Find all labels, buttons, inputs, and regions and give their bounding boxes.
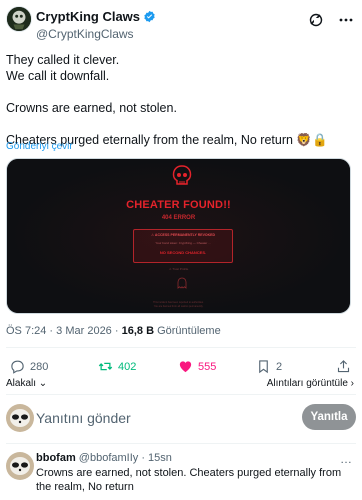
access-revoked-box: ⚠ ACCESS PERMANENTLY REVOKED Your bond t… bbox=[133, 229, 233, 263]
avatar-image bbox=[7, 7, 31, 31]
meta-separator-2: · bbox=[114, 325, 119, 337]
chevron-down-icon: ⌄ bbox=[38, 378, 48, 389]
tweet-date[interactable]: 3 Mar 2026 bbox=[56, 325, 112, 337]
reply-more-options-icon[interactable]: … bbox=[340, 452, 352, 466]
reply-time[interactable]: · 15sn bbox=[141, 452, 172, 464]
tweet-media-image[interactable]: CHEATER FOUND!! 404 ERROR ⚠ ACCESS PERMA… bbox=[6, 158, 351, 314]
skull-icon bbox=[172, 165, 192, 185]
retweet-icon bbox=[98, 362, 113, 371]
user-avatar-image bbox=[6, 404, 34, 432]
header-actions bbox=[308, 12, 354, 28]
reply-button[interactable]: 280 bbox=[10, 359, 48, 374]
meta-separator: · bbox=[49, 325, 54, 337]
tweet-action-bar: 280 402 555 2 bbox=[6, 359, 356, 375]
reply-composer: Yanıtını gönder Yanıtla bbox=[6, 404, 356, 434]
retweet-count: 402 bbox=[118, 360, 137, 373]
bookmark-count: 2 bbox=[276, 360, 283, 373]
no-second-chances-text: NO SECOND CHANCES. bbox=[159, 250, 207, 255]
reply-count: 280 bbox=[30, 360, 49, 373]
share-button[interactable] bbox=[336, 359, 351, 374]
divider-bottom bbox=[6, 443, 356, 444]
verified-badge-icon bbox=[144, 10, 155, 23]
reply-icon bbox=[11, 360, 24, 374]
author-display-name[interactable]: CryptKing Claws bbox=[36, 9, 156, 24]
error-code: 404 ERROR bbox=[161, 215, 196, 221]
like-count: 555 bbox=[198, 360, 217, 373]
like-button[interactable]: 555 bbox=[178, 359, 216, 374]
retweet-button[interactable]: 402 bbox=[98, 359, 136, 374]
author-name-block: CryptKing Claws @CryptKingClaws bbox=[36, 8, 156, 41]
replier-name[interactable]: bbofam bbox=[36, 452, 76, 464]
relevance-sort[interactable]: Alakalı ⌄ bbox=[6, 378, 47, 389]
relevance-label: Alakalı bbox=[6, 378, 37, 389]
bookmark-icon bbox=[259, 360, 268, 374]
divider-top bbox=[6, 347, 356, 348]
author-avatar[interactable] bbox=[6, 6, 32, 32]
tweet-line-1: They called it clever. bbox=[6, 53, 120, 67]
divider-mid bbox=[6, 394, 356, 395]
display-name-text[interactable]: CryptKing Claws bbox=[36, 9, 140, 24]
tweet-meta: ÖS 7:24 · 3 Mar 2026 · 16,8 B Görüntülem… bbox=[6, 325, 221, 337]
tweet-line-2: We call it downfall. bbox=[6, 69, 110, 83]
translate-post-link[interactable]: Gönderiyi çevir bbox=[6, 141, 73, 152]
replier-avatar[interactable] bbox=[6, 452, 34, 480]
bookmark-button[interactable]: 2 bbox=[256, 359, 282, 374]
share-icon bbox=[337, 360, 350, 373]
view-quotes-link[interactable]: Alıntıları görüntüle › bbox=[267, 378, 354, 389]
tweet-header: CryptKing Claws @CryptKingClaws bbox=[6, 6, 356, 46]
access-revoked-text: ⚠ ACCESS PERMANENTLY REVOKED bbox=[150, 233, 216, 237]
tweet-line-3: Crowns are earned, not stolen. bbox=[6, 101, 177, 115]
tweet-text: They called it clever. We call it downfa… bbox=[6, 52, 356, 148]
views-count: 16,8 B bbox=[121, 325, 155, 337]
author-handle[interactable]: @CryptKingClaws bbox=[36, 27, 156, 41]
bond-token-text: Your bond token: CryptKing — Cheater ... bbox=[155, 241, 211, 245]
heart-icon bbox=[179, 361, 192, 373]
more-options-icon[interactable] bbox=[338, 12, 354, 28]
reply-header: bbofam @bbofamIIy · 15sn bbox=[36, 452, 172, 464]
incident-footer-note: This incident has been reported to autho… bbox=[153, 301, 204, 308]
replier-handle[interactable]: @bbofamIIy bbox=[79, 452, 138, 464]
reply-submit-button[interactable]: Yanıtla bbox=[302, 404, 356, 430]
cheater-found-title: CHEATER FOUND!! bbox=[126, 199, 231, 211]
reply-text: Crowns are earned, not stolen. Cheaters … bbox=[36, 467, 342, 493]
ghost-icon bbox=[177, 277, 187, 289]
tweet-time[interactable]: ÖS 7:24 bbox=[6, 325, 46, 337]
replier-avatar-image bbox=[6, 452, 34, 480]
trust-profile-note: ⚠ Trust Profile bbox=[168, 267, 189, 271]
views-label: Görüntüleme bbox=[157, 325, 221, 337]
current-user-avatar[interactable] bbox=[6, 404, 34, 432]
grok-icon[interactable] bbox=[308, 12, 324, 28]
reply-input[interactable]: Yanıtını gönder bbox=[36, 410, 131, 426]
